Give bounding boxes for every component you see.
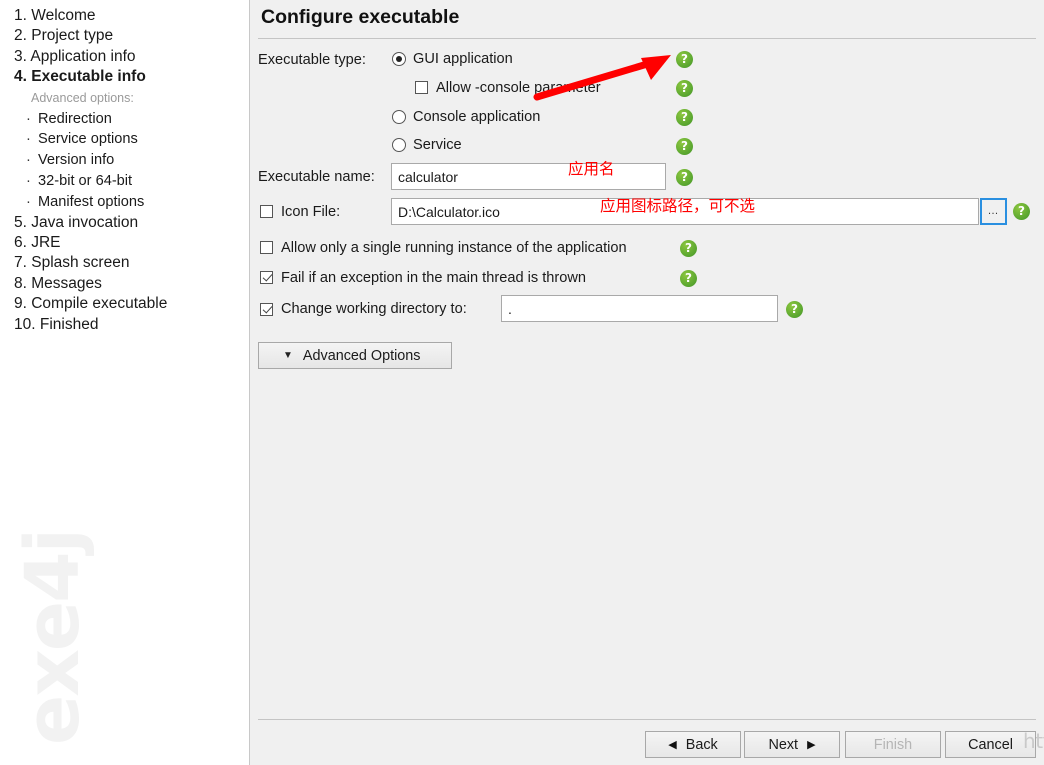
exe4j-watermark-text: exe4j — [10, 530, 96, 745]
finish-button-label: Finish — [873, 736, 913, 753]
sidebar-item-32-or-64-bit[interactable]: · 32-bit or 64-bit — [14, 171, 249, 192]
checkbox-icon-file[interactable] — [260, 205, 273, 218]
radio-gui-application-label[interactable]: GUI application — [413, 51, 513, 67]
exe4j-logo-watermark: exe4j — [0, 530, 249, 751]
next-button[interactable]: Next ▶ — [744, 731, 840, 758]
sidebar-step-messages[interactable]: 8. Messages — [14, 274, 249, 294]
sidebar-step-finished[interactable]: 10. Finished — [14, 315, 249, 335]
working-directory-input[interactable]: . — [501, 295, 778, 322]
sidebar-item-version-info[interactable]: · Version info — [14, 150, 249, 171]
change-working-directory-label[interactable]: Change working directory to: — [281, 301, 467, 317]
sidebar-step-welcome[interactable]: 1. Welcome — [14, 6, 249, 26]
icon-file-label[interactable]: Icon File: — [281, 204, 340, 220]
sidebar-step-project-type[interactable]: 2. Project type — [14, 26, 249, 46]
sidebar-item-redirection[interactable]: · Redirection — [14, 109, 249, 130]
exe4j-wizard-window: 1. Welcome 2. Project type 3. Applicatio… — [0, 0, 1044, 765]
sidebar-advanced-options-label: Advanced options: — [31, 90, 134, 105]
help-icon-service[interactable]: ? — [676, 138, 693, 155]
sidebar-item-label: 32-bit or 64-bit — [38, 173, 133, 190]
sidebar-step-compile-executable[interactable]: 9. Compile executable — [14, 294, 249, 314]
radio-gui-application[interactable] — [392, 52, 406, 66]
bullet-icon: · — [26, 193, 31, 210]
advanced-options-button-label: Advanced Options — [302, 347, 421, 364]
bullet-icon: · — [26, 110, 31, 127]
sidebar-step-jre[interactable]: 6. JRE — [14, 233, 249, 253]
help-icon-gui-application[interactable]: ? — [676, 51, 693, 68]
steps-list: 1. Welcome 2. Project type 3. Applicatio… — [0, 0, 249, 335]
help-icon-single-instance[interactable]: ? — [680, 240, 697, 257]
sidebar-step-application-info[interactable]: 3. Application info — [14, 47, 249, 67]
help-icon-executable-name[interactable]: ? — [676, 169, 693, 186]
sidebar-step-splash-screen[interactable]: 7. Splash screen — [14, 253, 249, 273]
checkbox-single-instance-label[interactable]: Allow only a single running instance of … — [281, 240, 627, 256]
configure-executable-panel: Configure executable Executable type: GU… — [250, 0, 1044, 765]
radio-console-application[interactable] — [392, 110, 406, 124]
finish-button[interactable]: Finish — [845, 731, 941, 758]
cancel-button-label: Cancel — [968, 736, 1013, 753]
executable-name-label: Executable name: — [258, 169, 375, 185]
back-button[interactable]: ◀ Back — [645, 731, 741, 758]
executable-name-input[interactable]: calculator — [391, 163, 666, 190]
checkbox-allow-console-parameter-label[interactable]: Allow -console parameter — [436, 80, 601, 96]
help-icon-icon-file[interactable]: ? — [1013, 203, 1030, 220]
checkbox-fail-on-exception[interactable] — [260, 271, 273, 284]
chevron-down-icon: ▼ — [283, 350, 293, 361]
annotation-icon-path: 应用图标路径，可不选 — [600, 197, 756, 215]
bullet-icon: · — [26, 173, 31, 190]
sidebar-item-label: Manifest options — [38, 193, 145, 210]
checkbox-change-working-directory[interactable] — [260, 303, 273, 316]
bullet-icon: · — [26, 152, 31, 169]
bullet-icon: · — [26, 131, 31, 148]
help-icon-console-application[interactable]: ? — [676, 109, 693, 126]
title-divider — [258, 38, 1036, 39]
checkbox-allow-console-parameter[interactable] — [415, 81, 428, 94]
executable-type-label: Executable type: — [258, 52, 366, 68]
wizard-steps-sidebar: 1. Welcome 2. Project type 3. Applicatio… — [0, 0, 250, 765]
sidebar-item-label: Service options — [38, 131, 138, 148]
sidebar-item-label: Redirection — [38, 110, 112, 127]
next-button-label: Next — [768, 736, 799, 753]
annotation-app-name: 应用名 — [568, 160, 615, 178]
radio-service-label[interactable]: Service — [413, 137, 462, 153]
help-icon-fail-on-exception[interactable]: ? — [680, 270, 697, 287]
icon-file-browse-button[interactable]: … — [980, 198, 1007, 225]
radio-console-application-label[interactable]: Console application — [413, 109, 540, 125]
red-arrow-annotation-icon — [533, 55, 671, 101]
checkbox-single-instance[interactable] — [260, 241, 273, 254]
radio-service[interactable] — [392, 138, 406, 152]
cancel-button[interactable]: Cancel — [945, 731, 1036, 758]
sidebar-item-label: Version info — [38, 152, 115, 169]
advanced-options-button[interactable]: ▼ Advanced Options — [258, 342, 452, 369]
sidebar-step-java-invocation[interactable]: 5. Java invocation — [14, 213, 249, 233]
footer-divider — [258, 719, 1036, 720]
sidebar-item-service-options[interactable]: · Service options — [14, 129, 249, 150]
arrow-left-icon: ◀ — [668, 739, 677, 751]
sidebar-step-executable-info[interactable]: 4. Executable info — [14, 67, 249, 87]
arrow-right-icon: ▶ — [807, 739, 816, 751]
help-icon-change-working-directory[interactable]: ? — [786, 301, 803, 318]
sidebar-item-manifest-options[interactable]: · Manifest options — [14, 192, 249, 213]
page-title: Configure executable — [261, 6, 460, 28]
help-icon-allow-console-parameter[interactable]: ? — [676, 80, 693, 97]
back-button-label: Back — [685, 736, 718, 753]
checkbox-fail-on-exception-label[interactable]: Fail if an exception in the main thread … — [281, 270, 586, 286]
